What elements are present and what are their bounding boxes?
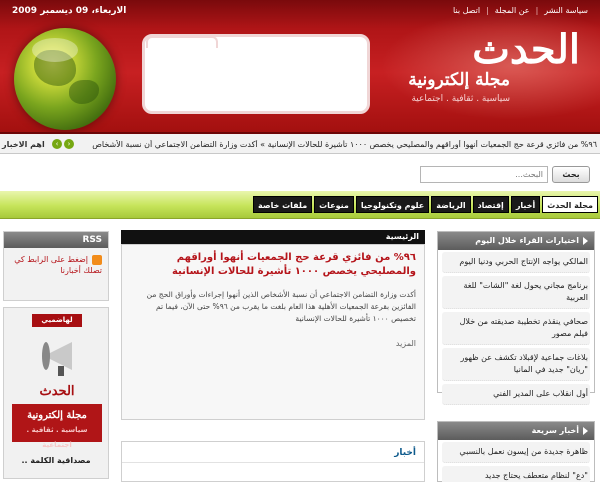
news-ticker: اهم الاخبار ‹ › ٩٦% من فائزي قرعة حج الج… (0, 132, 600, 154)
content-area: اختيارات القراء خلال اليوم المالكي يواجه… (0, 219, 600, 482)
ad-banner[interactable]: لهاضميي الحدث مجلة إلكترونية سياسية . ثق… (3, 307, 109, 479)
ticker-next-button[interactable]: › (64, 139, 74, 149)
list-item[interactable]: أول انقلاب على المدير الفني (442, 384, 590, 405)
logo-subtitle: سياسية . ثقافية . اجتماعية (411, 94, 510, 104)
nav-items: مجلة الحدث أخبار إقتصاد الرياضة علوم وتك… (252, 196, 598, 213)
list-item[interactable]: برنامج مجاني يحول لغة "الشات" للغة العرب… (442, 276, 590, 309)
nav-item-misc[interactable]: منوعات (314, 196, 354, 213)
list-item[interactable]: "دع" لنظام متعطف يحتاج جديد (442, 466, 590, 482)
bullet-icon (583, 236, 588, 245)
top-link-contact[interactable]: اتصل بنا (453, 6, 480, 15)
nav-item-sports[interactable]: الرياضة (431, 196, 471, 213)
ad-tab: لهاضميي (32, 314, 82, 327)
site-header: الاربعاء، 09 ديسمبر 2009 سياسة النشر | ع… (0, 0, 600, 132)
nav-item-news[interactable]: أخبار (510, 196, 541, 213)
nav-item-special-files[interactable]: ملفات خاصة (252, 196, 313, 213)
ticker-prev-button[interactable]: ‹ (52, 139, 62, 149)
ad-red-block: مجلة إلكترونية سياسية . ثقافية . اجتماعي… (12, 404, 102, 449)
search-button[interactable]: بحث (552, 166, 590, 183)
top-links: سياسة النشر | عن المجلة | اتصل بنا (453, 6, 588, 15)
top-link-about[interactable]: عن المجلة (495, 6, 530, 15)
top-link-separator: | (535, 6, 539, 15)
quick-news-list: ظاهرة جديدة من إيسون نعمل بالنسبي "دع" ل… (438, 440, 594, 482)
globe-land (69, 80, 99, 104)
news-box-title[interactable]: أخبار (122, 442, 424, 463)
ticker-label: اهم الاخبار (2, 140, 45, 149)
rss-icon (92, 254, 102, 265)
nav-item-science-tech[interactable]: علوم وتكنولوجيا (355, 196, 430, 213)
ticker-text[interactable]: ٩٦% من فائزي قرعة حج الجمعيات أنهوا أورا… (82, 140, 597, 149)
section-title: الرئيسية (121, 230, 425, 244)
rss-box: RSS إضغط على الرابط كي تصلك أخبارنا (3, 231, 109, 301)
main-article-box: الرئيسية ٩٦% من فائزي قرعة حج الجمعيات أ… (121, 230, 425, 420)
ad-red-subtitle: سياسية . ثقافية . اجتماعية (26, 426, 88, 449)
most-read-list: المالكي يواجه الإنتاج الحربي ودنيا اليوم… (438, 250, 594, 410)
megaphone-handle (58, 366, 64, 376)
quick-news-header: أخبار سريعة (438, 422, 594, 440)
news-box: أخبار (121, 441, 425, 482)
search-input[interactable] (420, 166, 548, 183)
top-link-separator: | (486, 6, 489, 15)
main-nav: مجلة الحدث أخبار إقتصاد الرياضة علوم وتك… (0, 191, 600, 219)
list-item[interactable]: بلاغات جماعية لإقبلاد تكشف عن ظهور "ريان… (442, 348, 590, 381)
globe-shine (32, 38, 78, 62)
rss-title: RSS (4, 232, 108, 248)
rss-link[interactable]: إضغط على الرابط كي تصلك أخبارنا (4, 248, 108, 282)
globe-icon (14, 28, 116, 130)
article-summary: أكدت وزارة التضامن الاجتماعي أن نسبة الأ… (146, 290, 416, 323)
ad-logo: الحدث (39, 384, 75, 399)
ad-caption: مصداقية الكلمة .. (21, 456, 91, 465)
header-date: الاربعاء، 09 ديسمبر 2009 (12, 6, 127, 16)
megaphone-ring (42, 342, 50, 370)
site-logo[interactable]: الحدث مجلة إلكترونية سياسية . ثقافية . ا… (378, 30, 588, 120)
nav-item-economy[interactable]: إقتصاد (472, 196, 509, 213)
bullet-icon (583, 426, 588, 435)
search-row: بحث (0, 155, 600, 191)
most-read-box: اختيارات القراء خلال اليوم المالكي يواجه… (437, 231, 595, 405)
most-read-title: اختيارات القراء خلال اليوم (475, 236, 579, 245)
quick-news-title: أخبار سريعة (531, 426, 579, 435)
top-link-publishing-policy[interactable]: سياسة النشر (544, 6, 588, 15)
logo-title: مجلة إلكترونية (408, 70, 510, 90)
article-headline[interactable]: ٩٦% من فائزي قرعة حج الجمعيات أنهوا أورا… (130, 251, 416, 279)
header-banner-tab (146, 36, 218, 48)
list-item[interactable]: المالكي يواجه الإنتاج الحربي ودنيا اليوم (442, 252, 590, 273)
top-bar: الاربعاء، 09 ديسمبر 2009 سياسة النشر | ع… (0, 0, 600, 22)
list-item[interactable]: ظاهرة جديدة من إيسون نعمل بالنسبي (442, 442, 590, 463)
quick-news-box: أخبار سريعة ظاهرة جديدة من إيسون نعمل با… (437, 421, 595, 482)
read-more-link[interactable]: المزيد (130, 339, 416, 348)
most-read-header: اختيارات القراء خلال اليوم (438, 232, 594, 250)
ad-red-title: مجلة إلكترونية (27, 410, 87, 421)
rss-text: إضغط على الرابط كي تصلك أخبارنا (14, 255, 102, 275)
featured-article: ٩٦% من فائزي قرعة حج الجمعيات أنهوا أورا… (121, 244, 425, 420)
list-item[interactable]: صحافي ينقذم تخطيبة صديقته من خلال فيلم م… (442, 312, 590, 345)
nav-item-home[interactable]: مجلة الحدث (542, 196, 598, 213)
logo-mark: الحدث (472, 26, 580, 73)
megaphone-icon (36, 338, 78, 376)
